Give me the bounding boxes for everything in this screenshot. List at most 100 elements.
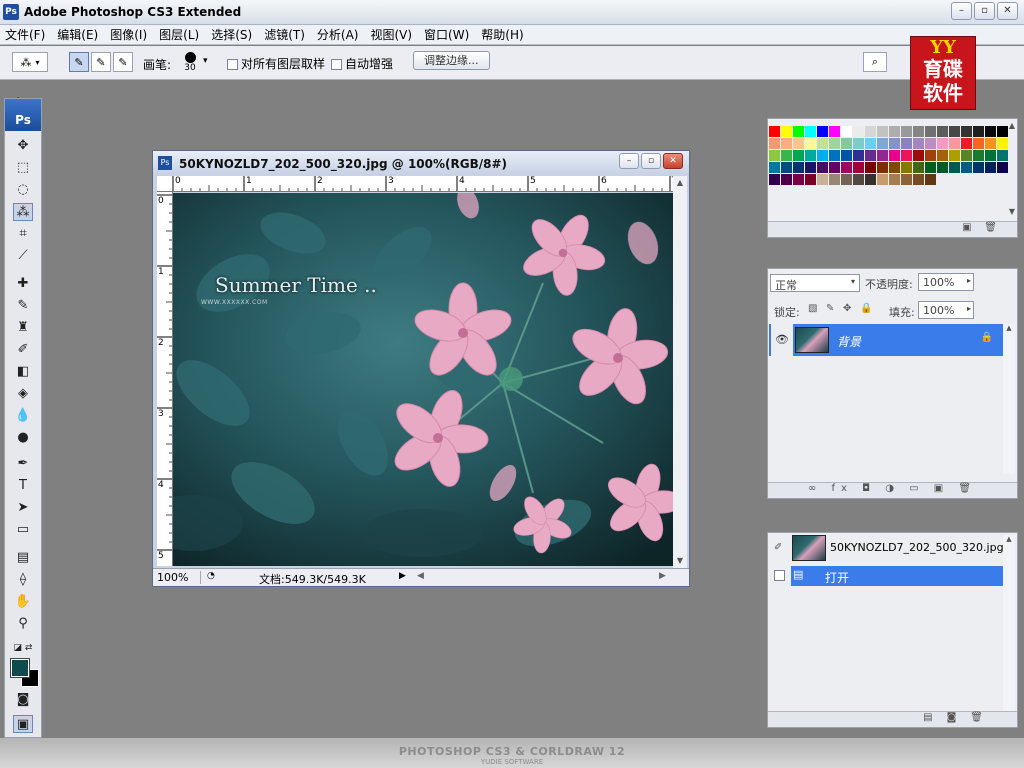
color-swatch[interactable] — [793, 150, 804, 161]
color-swatch[interactable] — [805, 174, 816, 185]
color-swatch[interactable] — [901, 138, 912, 149]
color-swatch[interactable] — [997, 126, 1008, 137]
color-swatch[interactable] — [793, 126, 804, 137]
color-swatch[interactable] — [877, 162, 888, 173]
document-vertical-scrollbar[interactable]: ▲ ▼ — [673, 176, 687, 568]
color-swatch[interactable] — [853, 174, 864, 185]
rectangle-tool-icon[interactable]: ▭ — [13, 521, 33, 539]
color-swatch[interactable] — [973, 138, 984, 149]
color-swatch[interactable] — [997, 138, 1008, 149]
sample-all-layers-checkbox[interactable] — [227, 59, 238, 70]
color-swatch[interactable] — [961, 150, 972, 161]
new-layer-icon[interactable]: ▣ — [934, 483, 949, 494]
color-swatch[interactable] — [973, 150, 984, 161]
color-swatch[interactable] — [841, 150, 852, 161]
color-swatch[interactable] — [817, 174, 828, 185]
color-swatch[interactable] — [805, 150, 816, 161]
color-swatch[interactable] — [781, 162, 792, 173]
color-swatch[interactable] — [805, 126, 816, 137]
zoom-tool-icon[interactable]: ⚲ — [13, 615, 33, 633]
fill-input[interactable]: 100% ▸ — [918, 301, 974, 319]
color-swatch[interactable] — [817, 150, 828, 161]
restore-button[interactable]: ▫ — [974, 2, 995, 20]
color-swatch[interactable] — [961, 138, 972, 149]
color-swatch[interactable] — [865, 174, 876, 185]
lock-all-icon[interactable]: 🔒 — [860, 303, 872, 314]
color-swatch[interactable] — [865, 138, 876, 149]
color-swatch[interactable] — [829, 162, 840, 173]
vertical-ruler[interactable]: 0 1 2 3 4 5 — [157, 192, 173, 566]
sample-all-layers-option[interactable]: 对所有图层取样 — [227, 55, 325, 73]
color-swatch[interactable] — [925, 162, 936, 173]
color-swatch[interactable] — [841, 162, 852, 173]
color-swatch[interactable] — [997, 162, 1008, 173]
history-brush-tool-icon[interactable]: ✐ — [13, 341, 33, 359]
scroll-down-icon[interactable]: ▼ — [675, 556, 685, 566]
menu-layer[interactable]: 图层(L) — [159, 25, 199, 44]
color-swatch[interactable] — [841, 138, 852, 149]
color-swatch[interactable] — [841, 174, 852, 185]
color-swatch[interactable] — [877, 174, 888, 185]
color-swatch[interactable] — [841, 126, 852, 137]
pen-tool-icon[interactable]: ✒ — [13, 455, 33, 473]
subtract-from-selection-button[interactable]: ✎ — [113, 52, 133, 72]
color-swatch[interactable] — [937, 162, 948, 173]
marquee-tool-icon[interactable]: ⬚ — [13, 159, 33, 177]
color-swatch[interactable] — [985, 162, 996, 173]
hscroll-right-icon[interactable]: ▶ — [659, 571, 666, 581]
brush-tool-icon[interactable]: ✎ — [13, 297, 33, 315]
healing-brush-tool-icon[interactable]: ✚ — [13, 275, 33, 293]
color-swatch[interactable] — [829, 174, 840, 185]
color-swatch[interactable] — [805, 162, 816, 173]
color-swatch[interactable] — [805, 138, 816, 149]
brush-picker[interactable]: 30 — [180, 50, 200, 73]
menu-file[interactable]: 文件(F) — [5, 25, 45, 44]
crop-tool-icon[interactable]: ⌗ — [13, 225, 33, 243]
document-title-bar[interactable]: Ps 50KYNOZLD7_202_500_320.jpg @ 100%(RGB… — [153, 151, 689, 175]
color-swatch[interactable] — [769, 174, 780, 185]
color-swatch[interactable] — [925, 150, 936, 161]
color-swatch[interactable] — [949, 138, 960, 149]
color-swatch[interactable] — [781, 150, 792, 161]
minimize-button[interactable]: – — [951, 2, 972, 20]
color-swatch[interactable] — [973, 126, 984, 137]
new-group-icon[interactable]: ▭ — [909, 483, 924, 494]
snapshot-name[interactable]: 50KYNOZLD7_202_500_320.jpg — [830, 541, 1004, 554]
menu-view[interactable]: 视图(V) — [370, 25, 412, 44]
color-swatch[interactable] — [853, 126, 864, 137]
color-swatch[interactable] — [793, 174, 804, 185]
lock-position-icon[interactable]: ✥ — [843, 303, 851, 314]
history-brush-source-icon[interactable]: ✐ — [774, 542, 782, 553]
color-swatch[interactable] — [769, 138, 780, 149]
color-swatch[interactable] — [937, 126, 948, 137]
layer-row-background[interactable]: 👁 背景 🔒 — [769, 324, 1005, 356]
color-swatch[interactable] — [961, 126, 972, 137]
color-swatch[interactable] — [793, 138, 804, 149]
color-swatch[interactable] — [901, 162, 912, 173]
color-swatch[interactable] — [829, 126, 840, 137]
color-swatch[interactable] — [913, 138, 924, 149]
color-swatch[interactable] — [997, 150, 1008, 161]
color-swatch[interactable] — [793, 162, 804, 173]
color-swatch[interactable] — [925, 174, 936, 185]
color-swatch[interactable] — [901, 150, 912, 161]
opacity-slider-arrow-icon[interactable]: ▸ — [967, 276, 971, 285]
color-swatch[interactable] — [769, 150, 780, 161]
quick-mask-icon[interactable]: ◙ — [13, 691, 33, 709]
color-swatch[interactable] — [781, 126, 792, 137]
color-swatch[interactable] — [925, 126, 936, 137]
color-swatch[interactable] — [889, 126, 900, 137]
brush-dropdown-icon[interactable]: ▾ — [203, 56, 208, 74]
opacity-input[interactable]: 100% ▸ — [918, 273, 974, 291]
layer-style-fx-icon[interactable]: fx — [831, 483, 852, 494]
color-swatch[interactable] — [829, 138, 840, 149]
swatch-scroll-up-icon[interactable]: ▲ — [1009, 121, 1015, 130]
link-layers-icon[interactable]: ∞ — [808, 483, 822, 494]
color-swatch[interactable] — [853, 162, 864, 173]
color-swatch[interactable] — [913, 150, 924, 161]
menu-window[interactable]: 窗口(W) — [424, 25, 469, 44]
lasso-tool-icon[interactable]: ◌ — [13, 181, 33, 199]
slice-tool-icon[interactable]: ⟋ — [13, 247, 33, 265]
color-swatch[interactable] — [937, 138, 948, 149]
color-swatch[interactable] — [889, 150, 900, 161]
